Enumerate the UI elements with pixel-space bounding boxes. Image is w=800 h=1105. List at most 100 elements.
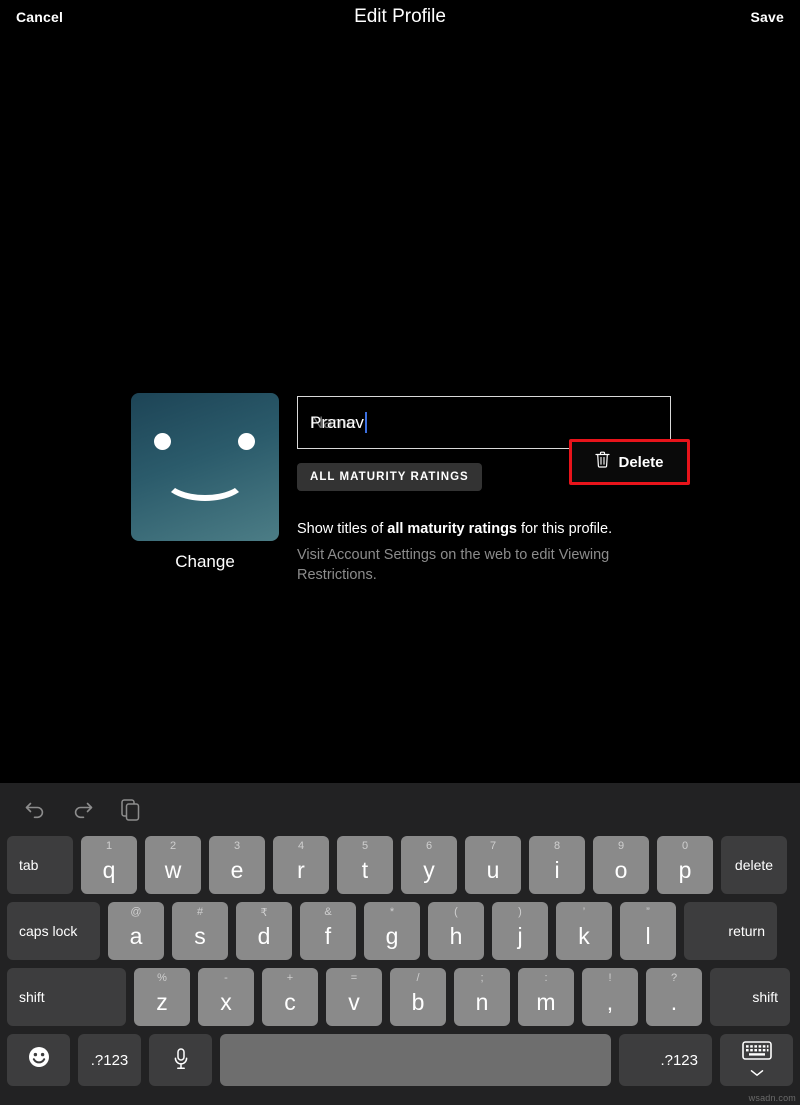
key-i[interactable]: 8i	[529, 836, 585, 894]
key-y-main: y	[423, 857, 435, 884]
key-numeric-right[interactable]: .?123	[619, 1034, 712, 1086]
key-s-main: s	[194, 923, 206, 950]
key-v[interactable]: =v	[326, 968, 382, 1026]
key-hide-keyboard[interactable]	[720, 1034, 793, 1086]
key-t-alt: 5	[337, 840, 393, 852]
key-m-main: m	[536, 989, 555, 1016]
key-n[interactable]: ;n	[454, 968, 510, 1026]
key-return[interactable]: return	[684, 902, 777, 960]
key-k[interactable]: ’k	[556, 902, 612, 960]
key-h[interactable]: (h	[428, 902, 484, 960]
key-b[interactable]: /b	[390, 968, 446, 1026]
key-c-main: c	[284, 989, 296, 1016]
key-z-alt: %	[134, 972, 190, 984]
key-delete[interactable]: delete	[721, 836, 787, 894]
key-g[interactable]: *g	[364, 902, 420, 960]
maturity-description-bold: all maturity ratings	[387, 521, 517, 537]
key-l[interactable]: ”l	[620, 902, 676, 960]
key-o[interactable]: 9o	[593, 836, 649, 894]
on-screen-keyboard: tab 1q 2w 3e 4r 5t 6y 7u 8i 9o 0p delete…	[0, 783, 800, 1105]
maturity-description-prefix: Show titles of	[297, 521, 387, 537]
key-r-main: r	[297, 857, 305, 884]
description-block: Show titles of all maturity ratings for …	[297, 519, 637, 585]
keyboard-row-1: tab 1q 2w 3e 4r 5t 6y 7u 8i 9o 0p delete	[0, 836, 800, 894]
change-avatar-button[interactable]: Change	[131, 552, 279, 572]
key-w-main: w	[165, 857, 182, 884]
key-caps-lock[interactable]: caps lock	[7, 902, 100, 960]
key-l-alt: ”	[620, 906, 676, 918]
maturity-description-suffix: for this profile.	[517, 521, 612, 537]
microphone-icon	[172, 1047, 190, 1074]
delete-button-label: Delete	[618, 454, 663, 471]
key-n-alt: ;	[454, 972, 510, 984]
delete-highlight-box: Delete	[569, 439, 690, 485]
key-numeric-left[interactable]: .?123	[78, 1034, 141, 1086]
key-v-main: v	[348, 989, 360, 1016]
key-comma[interactable]: !,	[582, 968, 638, 1026]
watermark: wsadn.com	[749, 1093, 796, 1103]
avatar-column: Change	[131, 393, 279, 572]
key-z[interactable]: %z	[134, 968, 190, 1026]
key-j[interactable]: )j	[492, 902, 548, 960]
paste-icon[interactable]	[118, 797, 144, 823]
key-i-alt: 8	[529, 840, 585, 852]
key-s[interactable]: #s	[172, 902, 228, 960]
viewing-restrictions-note: Visit Account Settings on the web to edi…	[297, 546, 637, 585]
redo-icon[interactable]	[70, 797, 96, 823]
key-space[interactable]	[220, 1034, 611, 1086]
key-q[interactable]: 1q	[81, 836, 137, 894]
key-p[interactable]: 0p	[657, 836, 713, 894]
key-u-alt: 7	[465, 840, 521, 852]
key-m[interactable]: :m	[518, 968, 574, 1026]
key-w[interactable]: 2w	[145, 836, 201, 894]
page-title: Edit Profile	[0, 6, 800, 28]
key-c[interactable]: +c	[262, 968, 318, 1026]
key-o-main: o	[615, 857, 628, 884]
key-u-main: u	[487, 857, 500, 884]
keyboard-row-3: shift %z -x +c =v /b ;n :m !, ?. shift	[0, 968, 800, 1026]
avatar-eye-right-icon	[238, 433, 255, 450]
key-p-alt: 0	[657, 840, 713, 852]
key-f[interactable]: &f	[300, 902, 356, 960]
key-microphone[interactable]	[149, 1034, 212, 1086]
key-t[interactable]: 5t	[337, 836, 393, 894]
key-z-main: z	[156, 989, 168, 1016]
key-shift-right[interactable]: shift	[710, 968, 790, 1026]
key-tab[interactable]: tab	[7, 836, 73, 894]
key-r[interactable]: 4r	[273, 836, 329, 894]
cancel-button[interactable]: Cancel	[16, 9, 63, 25]
key-emoji[interactable]	[7, 1034, 70, 1086]
avatar-smile-icon	[162, 455, 248, 501]
delete-profile-button[interactable]: Delete	[572, 442, 687, 482]
maturity-and-delete-row: ALL MATURITY RATINGS Delete	[297, 463, 690, 493]
key-d[interactable]: ₹d	[236, 902, 292, 960]
key-period[interactable]: ?.	[646, 968, 702, 1026]
key-p-main: p	[679, 857, 692, 884]
key-k-alt: ’	[556, 906, 612, 918]
key-d-main: d	[258, 923, 271, 950]
emoji-icon	[27, 1045, 51, 1075]
key-a[interactable]: @a	[108, 902, 164, 960]
key-q-main: q	[103, 857, 116, 884]
key-x-main: x	[220, 989, 232, 1016]
trash-icon	[595, 451, 610, 473]
key-x-alt: -	[198, 972, 254, 984]
key-e[interactable]: 3e	[209, 836, 265, 894]
fields-column: Pranav ALL MATURITY RATINGS	[297, 396, 677, 585]
key-j-alt: )	[492, 906, 548, 918]
key-n-main: n	[476, 989, 489, 1016]
key-u[interactable]: 7u	[465, 836, 521, 894]
edit-profile-screen: Cancel Edit Profile Save Change Pranav A	[0, 0, 800, 1105]
maturity-description: Show titles of all maturity ratings for …	[297, 519, 637, 540]
maturity-rating-badge[interactable]: ALL MATURITY RATINGS	[297, 463, 482, 491]
key-shift-left[interactable]: shift	[7, 968, 126, 1026]
key-y[interactable]: 6y	[401, 836, 457, 894]
undo-icon[interactable]	[22, 797, 48, 823]
avatar[interactable]	[131, 393, 279, 541]
keyboard-rows: tab 1q 2w 3e 4r 5t 6y 7u 8i 9o 0p delete…	[0, 836, 800, 1086]
key-g-main: g	[386, 923, 399, 950]
save-button[interactable]: Save	[751, 9, 785, 25]
key-x[interactable]: -x	[198, 968, 254, 1026]
key-r-alt: 4	[273, 840, 329, 852]
key-e-alt: 3	[209, 840, 265, 852]
